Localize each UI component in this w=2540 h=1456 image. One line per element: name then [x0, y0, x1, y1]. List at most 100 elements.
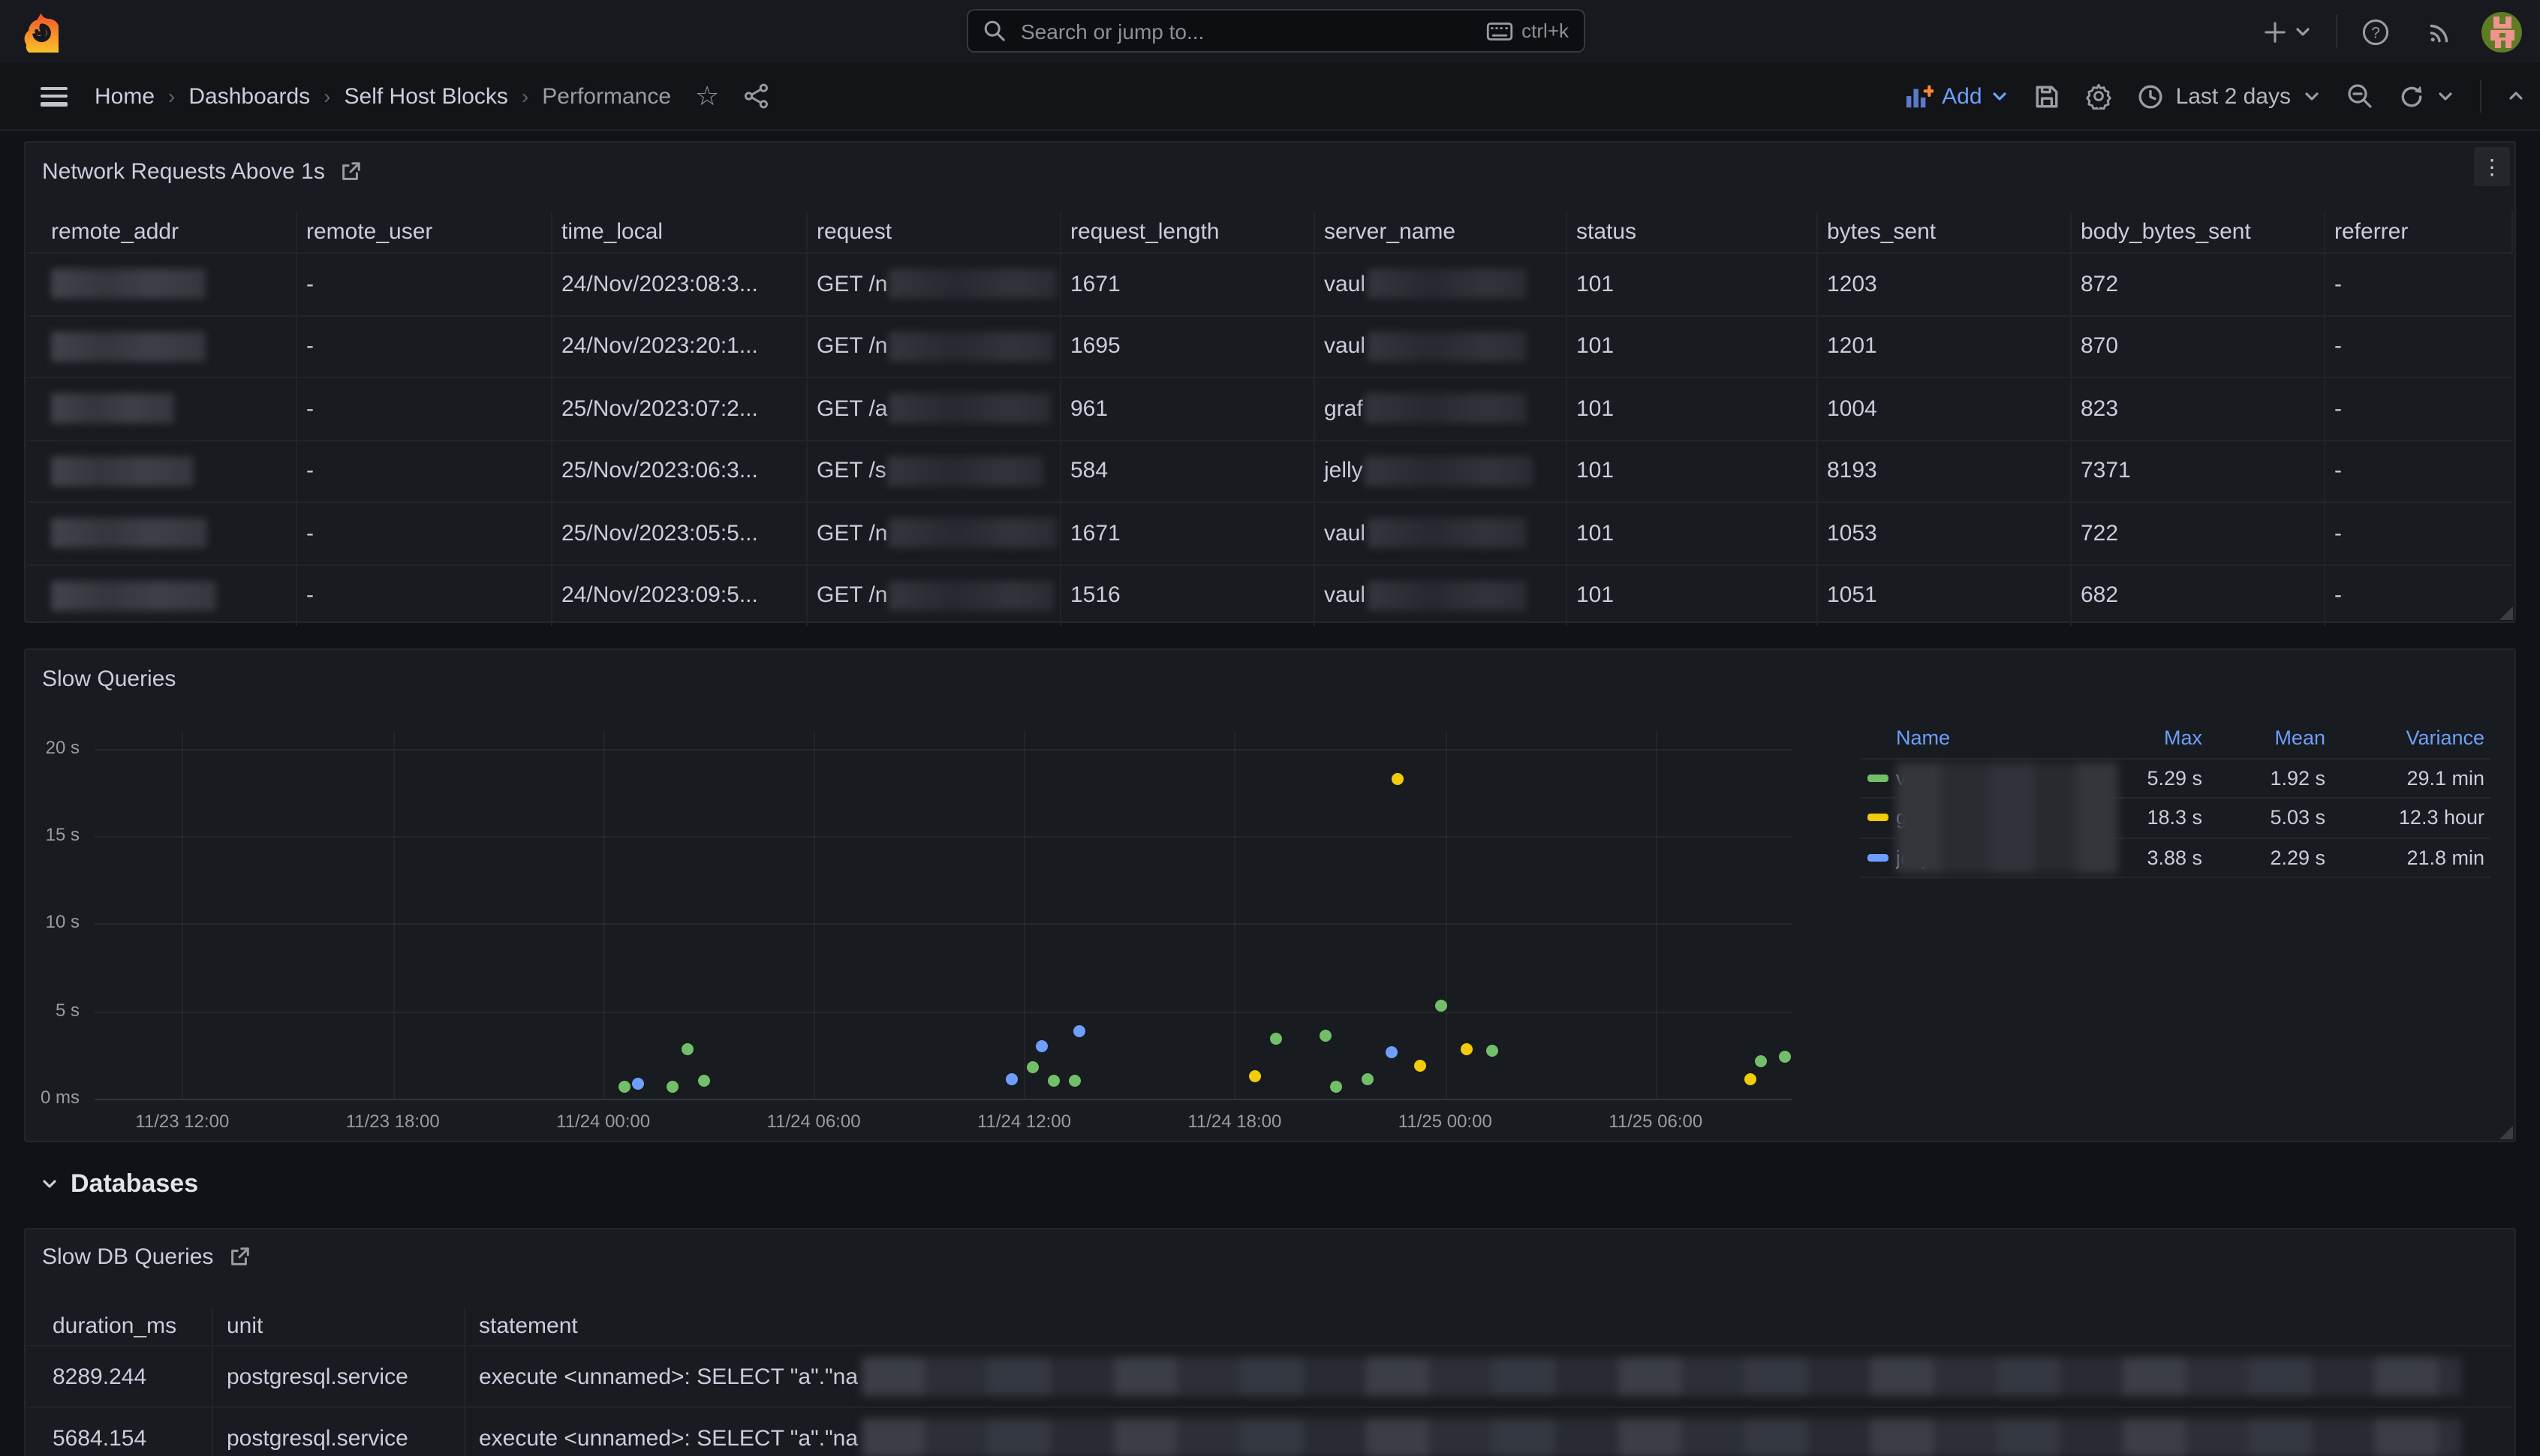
col-header-status[interactable]: status [1567, 212, 1818, 252]
col-header-statement[interactable]: statement [465, 1307, 2513, 1345]
col-header-unit[interactable]: unit [213, 1307, 465, 1345]
redacted-value [1896, 763, 2118, 874]
legend-header-row: Name Max Mean Variance [1860, 719, 2490, 759]
breadcrumb-dashboards[interactable]: Dashboards [188, 83, 310, 109]
cell-referrer: - [2325, 503, 2513, 564]
chevron-down-icon [1991, 87, 2009, 105]
y-tick-label: 15 s [46, 824, 80, 845]
external-link-icon[interactable] [228, 1246, 251, 1268]
databases-section-toggle[interactable]: Databases [41, 1169, 198, 1199]
panel-title[interactable]: Slow DB Queries [42, 1244, 213, 1270]
breadcrumb-home[interactable]: Home [95, 83, 155, 109]
legend-header-variance[interactable]: Variance [2325, 727, 2484, 750]
cell-server-name: vaul [1315, 503, 1567, 564]
data-point [1007, 1073, 1019, 1085]
keyboard-icon [1485, 20, 1512, 41]
legend-header-name[interactable]: Name [1896, 727, 2076, 750]
cell-statement: execute <unnamed>: SELECT "a"."na [465, 1408, 2513, 1456]
new-button[interactable] [2258, 14, 2318, 50]
chevron-down-icon [2303, 87, 2321, 105]
panel-resize-handle[interactable] [2499, 606, 2513, 620]
cell-duration-ms: 5684.154 [27, 1408, 213, 1456]
toolbar-actions: Add Last 2 days [1904, 63, 2525, 129]
table-row: - 24/Nov/2023:20:1... GET /n 1695 vaul 1… [27, 314, 2513, 377]
data-point [682, 1044, 694, 1056]
cell-bytes-sent: 1203 [1818, 254, 2072, 314]
col-header-remote-user[interactable]: remote_user [297, 212, 552, 252]
grid-line-vertical [1445, 731, 1446, 1099]
top-nav-bar: ctrl+k ? [0, 0, 2540, 65]
legend-header-max[interactable]: Max [2076, 727, 2202, 750]
redacted-value [861, 1418, 2461, 1456]
col-header-body-bytes-sent[interactable]: body_bytes_sent [2072, 212, 2325, 252]
x-tick-label: 11/24 00:00 [536, 1111, 671, 1132]
grid-line-horizontal [95, 924, 1792, 925]
cell-referrer: - [2325, 254, 2513, 314]
col-header-bytes-sent[interactable]: bytes_sent [1818, 212, 2072, 252]
save-dashboard-icon[interactable] [2035, 83, 2060, 109]
external-link-icon[interactable] [340, 161, 363, 183]
cell-server-name: graf [1315, 378, 1567, 439]
grid-line-horizontal [95, 748, 1792, 750]
col-header-remote-addr[interactable]: remote_addr [27, 212, 297, 252]
panel-title[interactable]: Slow Queries [42, 666, 176, 692]
grafana-logo[interactable] [20, 9, 62, 54]
avatar-image [2481, 11, 2521, 52]
cell-bytes-sent: 1053 [1818, 503, 2072, 564]
refresh-interval-chevron-icon[interactable] [2436, 87, 2454, 105]
panel-title[interactable]: Network Requests Above 1s [42, 159, 325, 185]
y-tick-label: 5 s [56, 999, 80, 1020]
panel-menu-kebab-icon[interactable]: ⋮ [2474, 147, 2510, 186]
series-color-dash [1867, 854, 1888, 862]
share-icon[interactable] [743, 83, 770, 110]
col-header-request-length[interactable]: request_length [1061, 212, 1315, 252]
panel-resize-handle[interactable] [2499, 1126, 2513, 1139]
cell-server-name: vaul [1315, 316, 1567, 377]
cell-request: GET /n [808, 503, 1061, 564]
redacted-value [1367, 519, 1526, 549]
x-tick-label: 11/24 12:00 [956, 1111, 1091, 1132]
cell-request: GET /n [808, 565, 1061, 626]
refresh-icon[interactable] [2399, 83, 2424, 109]
col-header-duration-ms[interactable]: duration_ms [27, 1307, 213, 1345]
data-point [1068, 1075, 1080, 1087]
cell-request-length: 1516 [1061, 565, 1315, 626]
data-point [1048, 1075, 1060, 1087]
col-header-time-local[interactable]: time_local [552, 212, 808, 252]
collapse-toolbar-icon[interactable] [2507, 87, 2525, 105]
search-input[interactable] [1018, 17, 1485, 44]
data-point [1392, 772, 1404, 784]
grid-line-vertical [1235, 731, 1236, 1099]
redacted-value [889, 269, 1058, 299]
col-header-referrer[interactable]: referrer [2325, 212, 2513, 252]
cell-status: 101 [1567, 441, 1818, 501]
legend-variance-value: 29.1 min [2325, 767, 2484, 790]
col-header-request[interactable]: request [808, 212, 1061, 252]
cell-status: 101 [1567, 254, 1818, 314]
cell-time-local: 24/Nov/2023:20:1... [552, 316, 808, 377]
help-button[interactable]: ? [2357, 14, 2393, 50]
data-point [618, 1081, 630, 1094]
add-button[interactable]: Add [1904, 83, 2009, 109]
redacted-value [51, 456, 194, 486]
favorite-star-icon[interactable]: ☆ [695, 83, 719, 110]
search-bar[interactable]: ctrl+k [967, 9, 1585, 53]
news-button[interactable] [2421, 14, 2457, 50]
settings-gear-icon[interactable] [2086, 83, 2113, 110]
user-avatar[interactable] [2480, 11, 2522, 53]
data-point [1073, 1024, 1085, 1036]
cell-referrer: - [2325, 565, 2513, 626]
menu-toggle-button[interactable] [41, 86, 68, 106]
cell-bytes-sent: 8193 [1818, 441, 2072, 501]
cell-remote-addr [27, 441, 297, 501]
table-row: - 25/Nov/2023:05:5... GET /n 1671 vaul 1… [27, 501, 2513, 564]
legend-header-mean[interactable]: Mean [2202, 727, 2325, 750]
cell-bytes-sent: 1201 [1818, 316, 2072, 377]
time-range-picker[interactable]: Last 2 days [2138, 83, 2321, 109]
breadcrumb-folder[interactable]: Self Host Blocks [345, 83, 508, 109]
cell-unit: postgresql.service [213, 1408, 465, 1456]
col-header-server-name[interactable]: server_name [1315, 212, 1567, 252]
zoom-out-icon[interactable] [2346, 83, 2373, 110]
legend-mean-value: 1.92 s [2202, 767, 2325, 790]
y-tick-label: 20 s [46, 736, 80, 757]
